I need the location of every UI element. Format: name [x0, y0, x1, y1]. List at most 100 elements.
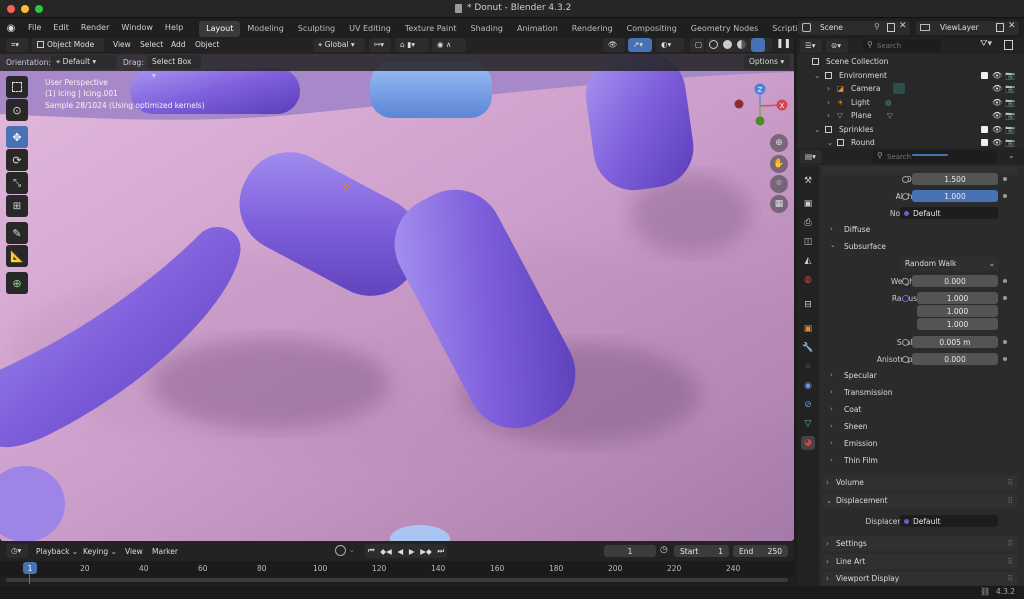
- eye-icon[interactable]: 👁: [992, 138, 1002, 147]
- anisotropy-keyframe-icon[interactable]: [1003, 357, 1007, 361]
- timeline-scrollbar[interactable]: [6, 578, 788, 582]
- radius-z-field[interactable]: 1.000: [917, 318, 998, 330]
- sheen-panel-toggle[interactable]: Sheen: [844, 422, 868, 431]
- tab-rendering[interactable]: Rendering: [565, 21, 620, 37]
- zoom-window-button[interactable]: [35, 5, 43, 13]
- checkbox-icon[interactable]: [981, 139, 988, 146]
- coat-panel-toggle[interactable]: Coat: [844, 405, 861, 414]
- timeline-menu-view[interactable]: View: [125, 547, 143, 556]
- outliner-row-sprinkles[interactable]: ⌄ Sprinkles 👁 📷: [797, 123, 1024, 137]
- camera-render-icon[interactable]: 📷: [1005, 138, 1015, 147]
- tab-texture-paint[interactable]: Texture Paint: [398, 21, 464, 37]
- outliner-row-environment[interactable]: ⌄ Environment 👁 📷: [797, 69, 1024, 83]
- play-reverse-icon[interactable]: ◀: [397, 547, 403, 556]
- keying-set-dropdown[interactable]: ⌄: [349, 546, 355, 554]
- playhead[interactable]: 1: [23, 562, 37, 574]
- eye-icon[interactable]: 👁: [992, 111, 1002, 120]
- outliner-row-scene-collection[interactable]: Scene Collection: [797, 55, 1024, 69]
- camera-render-icon[interactable]: 📷: [1005, 125, 1015, 134]
- overlay-toggle[interactable]: ◐▾: [656, 38, 684, 52]
- checkbox-icon[interactable]: [981, 71, 988, 79]
- camera-render-icon[interactable]: 📷: [1005, 111, 1015, 120]
- current-frame-field[interactable]: 1: [604, 545, 656, 557]
- delete-viewlayer-icon[interactable]: ✕: [1008, 21, 1016, 31]
- weight-keyframe-icon[interactable]: [1003, 279, 1007, 283]
- alpha-slider[interactable]: 1.000: [912, 190, 998, 202]
- proportional-edit-dropdown[interactable]: ◉ ∧: [432, 38, 466, 52]
- normal-field[interactable]: Default: [900, 207, 998, 219]
- tab-uv-editing[interactable]: UV Editing: [342, 21, 398, 37]
- timeline-menu-keying[interactable]: Keying ⌄: [83, 547, 117, 556]
- pan-hand-icon[interactable]: ✋: [770, 155, 788, 173]
- snap-dropdown[interactable]: ⌂ ▮▾: [395, 38, 429, 52]
- timeline-menu-playback[interactable]: Playback ⌄: [36, 547, 78, 556]
- orientation-dropdown[interactable]: ⌖ Default ▾: [51, 55, 117, 69]
- camera-render-icon[interactable]: 📷: [1005, 98, 1015, 107]
- eye-icon[interactable]: 👁: [992, 98, 1002, 107]
- timeline-editor-type[interactable]: ◷▾: [6, 544, 28, 558]
- drag-handle-icon[interactable]: ⠿: [1008, 557, 1014, 566]
- camera-view-icon[interactable]: ⌾: [770, 175, 788, 193]
- radius-keyframe-icon[interactable]: [1003, 296, 1007, 300]
- scene-selector[interactable]: Scene ⚲ ✕: [798, 21, 910, 35]
- scale-socket-icon[interactable]: [902, 338, 909, 346]
- anisotropy-field[interactable]: 0.000: [912, 353, 998, 365]
- volume-panel-header[interactable]: › Volume ⠿: [822, 475, 1018, 490]
- cursor-tool[interactable]: ⊙: [6, 99, 28, 121]
- eye-icon[interactable]: 👁: [992, 71, 1002, 80]
- tab-sculpting[interactable]: Sculpting: [291, 21, 342, 37]
- measure-tool[interactable]: 📐: [6, 245, 28, 267]
- camera-render-icon[interactable]: 📷: [1005, 84, 1015, 93]
- alpha-socket-icon[interactable]: [902, 192, 909, 200]
- pivot-dropdown[interactable]: ⚯▾: [369, 38, 391, 52]
- rendered-shading-icon[interactable]: [751, 38, 765, 52]
- viewport-display-panel-header[interactable]: › Viewport Display ⠿: [822, 572, 1018, 585]
- auto-keying-icon[interactable]: [335, 545, 346, 556]
- move-tool[interactable]: ✥: [6, 126, 28, 148]
- subsurface-method-dropdown[interactable]: Random Walk ⌄: [900, 257, 999, 271]
- end-frame-field[interactable]: End 250: [733, 545, 788, 557]
- outliner-search[interactable]: ⚲: [863, 39, 941, 52]
- menu-file[interactable]: File: [22, 18, 47, 38]
- zoom-icon[interactable]: ⊕: [770, 134, 788, 152]
- viewlayer-selector[interactable]: ViewLayer ✕: [916, 21, 1019, 35]
- preview-range-icon[interactable]: ◷: [660, 545, 668, 555]
- scene-tab-icon[interactable]: ◭: [801, 254, 815, 268]
- tab-layout[interactable]: Layout: [199, 21, 241, 37]
- gizmo-toggle[interactable]: ↗▾: [628, 38, 652, 52]
- drag-dropdown[interactable]: Select Box ▾: [147, 55, 201, 80]
- line-art-panel-header[interactable]: › Line Art ⠿: [822, 554, 1018, 569]
- output-tab-icon[interactable]: ⎙: [801, 216, 815, 230]
- drag-handle-icon[interactable]: ⠿: [1008, 478, 1014, 487]
- properties-search-input[interactable]: [887, 151, 987, 162]
- chevron-down-icon[interactable]: ⌄: [1008, 151, 1015, 160]
- outliner-row-camera[interactable]: › ◪ Camera 👁 📷: [797, 82, 1024, 96]
- material-shading-icon[interactable]: [737, 40, 746, 49]
- new-collection-icon[interactable]: [1004, 40, 1013, 50]
- new-viewlayer-icon[interactable]: [996, 23, 1004, 32]
- filter-icon[interactable]: ⛛▾: [980, 39, 992, 49]
- start-frame-field[interactable]: Start 1: [674, 545, 729, 557]
- viewport-menu-add[interactable]: Add: [171, 40, 186, 49]
- pause-render-icon[interactable]: ❚❚: [776, 39, 791, 49]
- visibility-dropdown[interactable]: 👁▾: [603, 38, 625, 63]
- viewport-menu-view[interactable]: View: [113, 40, 131, 49]
- options-dropdown[interactable]: Options ▾: [744, 55, 790, 69]
- rotate-tool[interactable]: ⟳: [6, 149, 28, 171]
- timeline-menu-marker[interactable]: Marker: [152, 547, 178, 556]
- menu-edit[interactable]: Edit: [47, 18, 75, 38]
- next-keyframe-icon[interactable]: ▶◆: [420, 547, 432, 556]
- drag-handle-icon[interactable]: ⠿: [1008, 539, 1014, 548]
- solid-shading-icon[interactable]: [723, 40, 732, 49]
- settings-panel-header[interactable]: › Settings ⠿: [822, 536, 1018, 551]
- radius-x-field[interactable]: 1.000: [917, 292, 998, 304]
- drag-handle-icon[interactable]: ⠿: [1008, 574, 1014, 583]
- camera-render-icon[interactable]: 📷: [1005, 71, 1015, 80]
- blender-logo-icon[interactable]: ◉: [0, 23, 22, 34]
- object-tab-icon[interactable]: ▣: [801, 322, 815, 336]
- eye-icon[interactable]: 👁: [992, 84, 1002, 93]
- thin-film-panel-toggle[interactable]: Thin Film: [844, 456, 878, 465]
- radius-y-field[interactable]: 1.000: [917, 305, 998, 317]
- anisotropy-socket-icon[interactable]: [902, 355, 909, 363]
- displacement-panel-header[interactable]: ⌄ Displacement ⠿: [822, 493, 1018, 508]
